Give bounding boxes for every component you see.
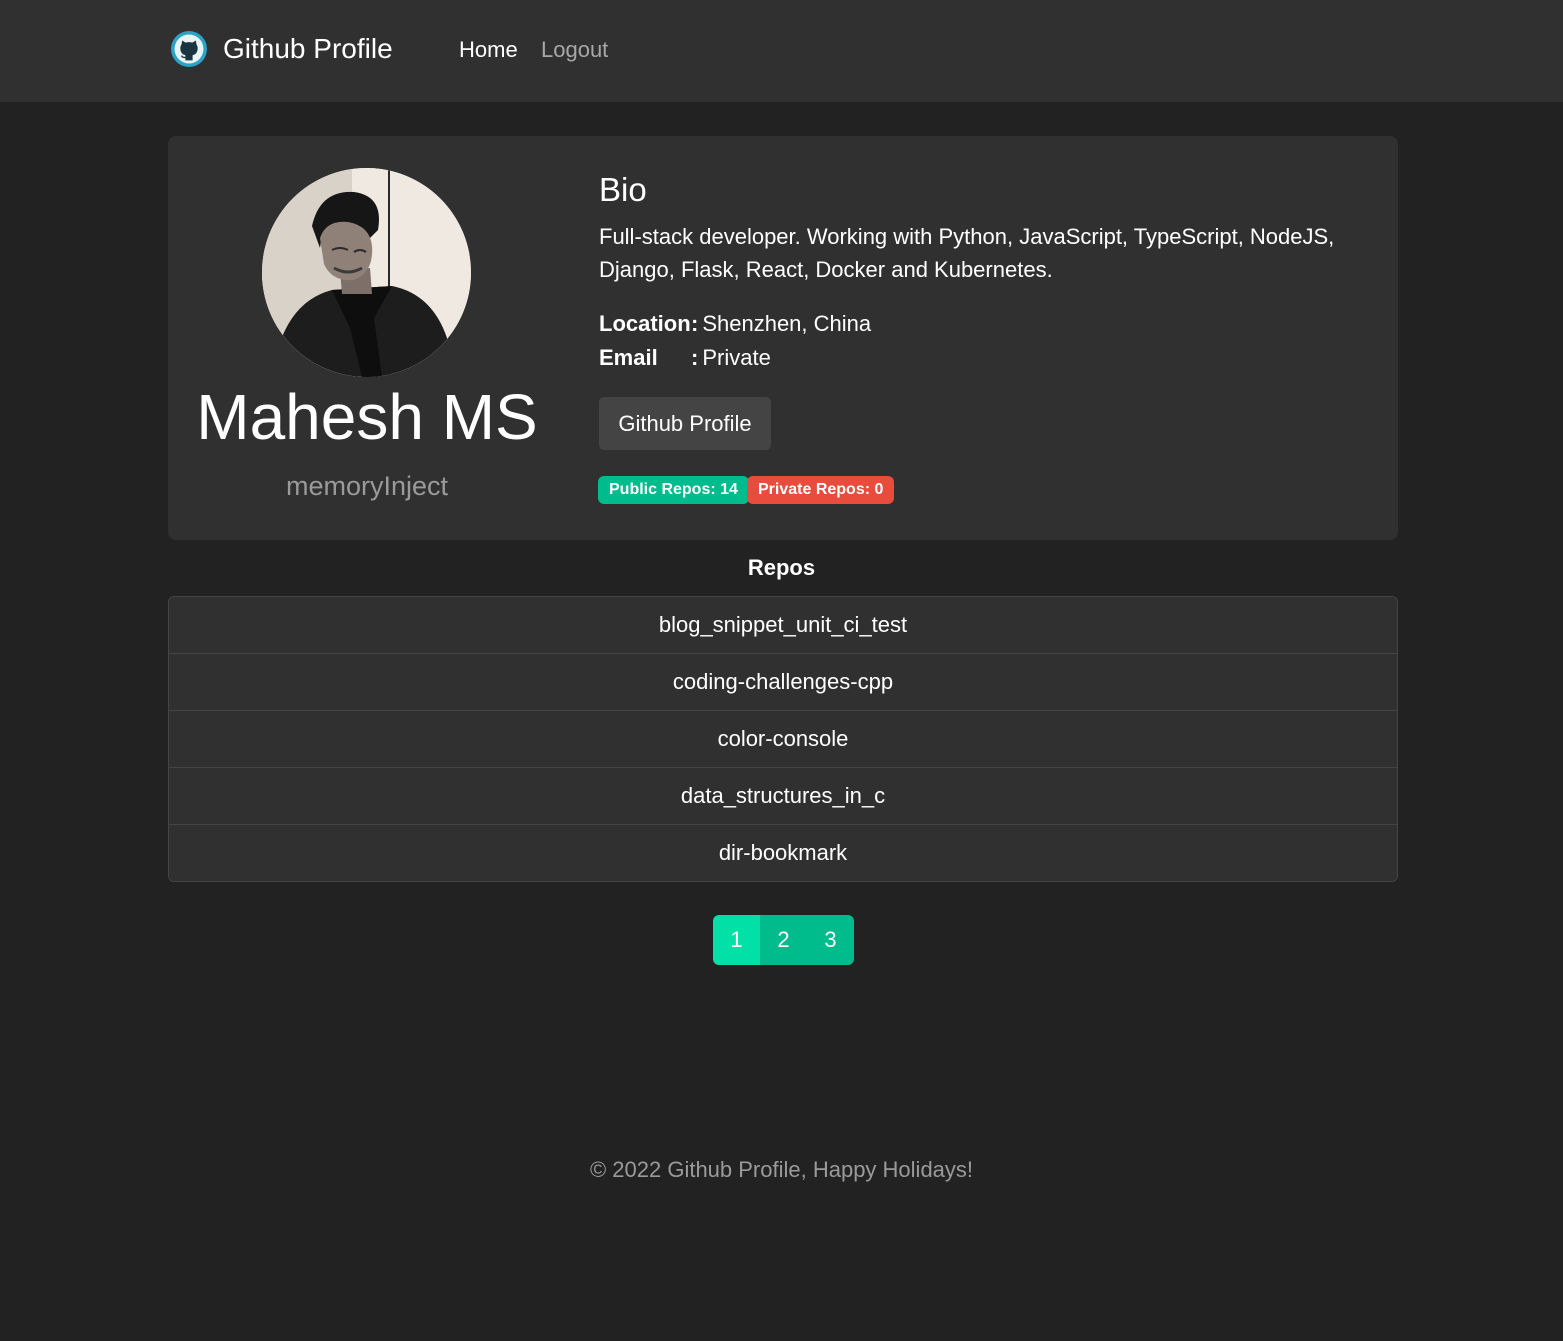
- location-separator: :: [691, 311, 699, 336]
- avatar: [262, 168, 471, 377]
- github-profile-button[interactable]: Github Profile: [599, 397, 771, 450]
- footer-copyright: © 2022 Github Profile, Happy Holidays!: [589, 1157, 974, 1182]
- email-label: Email: [599, 345, 658, 370]
- location-label: Location: [599, 311, 691, 336]
- nav-home-link[interactable]: Home: [459, 34, 518, 66]
- nav-logout-link[interactable]: Logout: [541, 34, 608, 66]
- repo-list-item[interactable]: blog_snippet_unit_ci_test: [169, 597, 1397, 654]
- public-repos-badge: Public Repos: 14: [598, 476, 749, 504]
- pagination: 1 2 3: [713, 915, 854, 965]
- profile-name: Mahesh MS: [196, 381, 538, 453]
- private-repos-badge: Private Repos: 0: [747, 476, 895, 504]
- location-row: Location: Shenzhen, China: [599, 308, 871, 340]
- email-row: Email: Private: [599, 342, 771, 374]
- github-octocat-icon: [171, 31, 207, 67]
- repo-list-item[interactable]: color-console: [169, 711, 1397, 768]
- repo-list-item[interactable]: coding-challenges-cpp: [169, 654, 1397, 711]
- repo-list-item[interactable]: data_structures_in_c: [169, 768, 1397, 825]
- user-avatar-photo: [262, 168, 471, 377]
- repo-list: blog_snippet_unit_ci_test coding-challen…: [168, 596, 1398, 882]
- repo-list-item[interactable]: dir-bookmark: [169, 825, 1397, 881]
- navbar: Github Profile Home Logout: [0, 0, 1563, 102]
- profile-username: memoryInject: [285, 471, 449, 501]
- email-value: Private: [702, 345, 771, 370]
- page-button-3[interactable]: 3: [807, 915, 854, 965]
- page-button-2[interactable]: 2: [760, 915, 807, 965]
- brand-title: Github Profile: [223, 33, 393, 64]
- brand-link[interactable]: Github Profile: [170, 30, 393, 68]
- page-button-1[interactable]: 1: [713, 915, 760, 965]
- profile-card: Mahesh MS memoryInject Bio Full-stack de…: [168, 136, 1398, 540]
- bio-text: Full-stack developer. Working with Pytho…: [599, 224, 1335, 282]
- bio-heading: Bio: [599, 171, 647, 208]
- email-separator: :: [691, 345, 699, 370]
- location-value: Shenzhen, China: [702, 311, 872, 336]
- repos-heading: Repos: [747, 555, 816, 580]
